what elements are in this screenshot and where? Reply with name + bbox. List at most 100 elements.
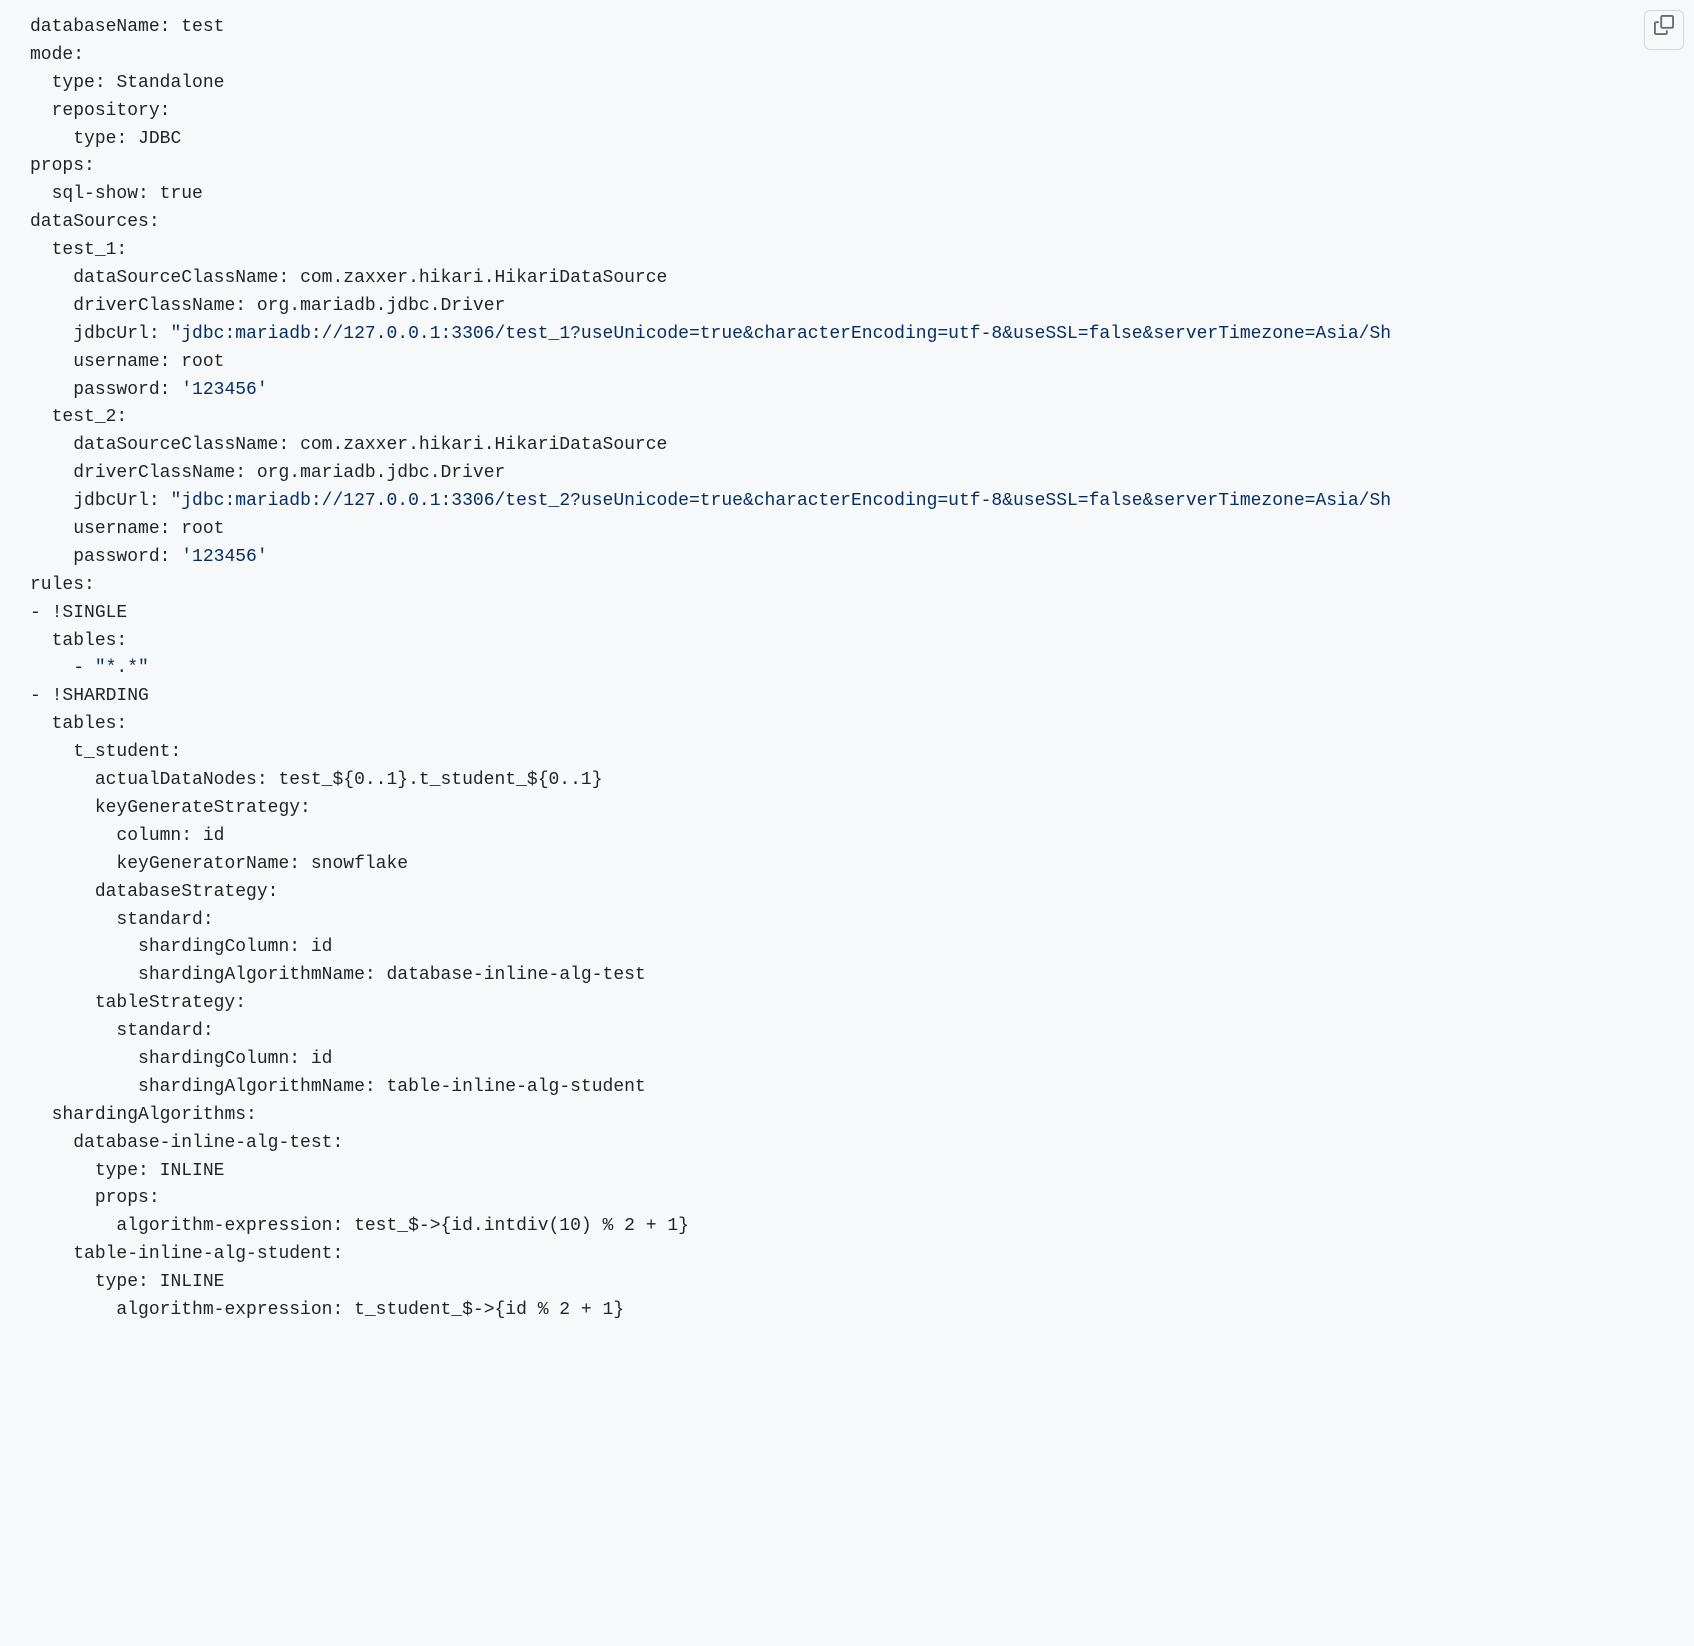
code-token: props [30, 156, 84, 176]
code-line: password: '123456' [30, 377, 1694, 405]
code-line: shardingAlgorithmName: database-inline-a… [30, 962, 1694, 990]
code-token: INLINE [160, 1272, 225, 1292]
code-line: database-inline-alg-test: [30, 1130, 1694, 1158]
code-token: rules [30, 575, 84, 595]
code-line: table-inline-alg-student: [30, 1241, 1694, 1269]
code-line: tables: [30, 628, 1694, 656]
code-token: "*.*" [95, 658, 149, 678]
code-token: driverClassName [73, 296, 235, 316]
code-line: dataSourceClassName: com.zaxxer.hikari.H… [30, 432, 1694, 460]
code-token: "jdbc:mariadb://127.0.0.1:3306/test_1?us… [170, 324, 1391, 344]
code-token: "jdbc:mariadb://127.0.0.1:3306/test_2?us… [170, 491, 1391, 511]
code-token: : [160, 547, 182, 567]
code-token: databaseStrategy [95, 882, 268, 902]
code-line: sql-show: true [30, 181, 1694, 209]
code-token: password [73, 380, 159, 400]
code-line: column: id [30, 823, 1694, 851]
code-token: type [95, 1272, 138, 1292]
code-token: actualDataNodes [95, 770, 257, 790]
code-token: org.mariadb.jdbc.Driver [257, 296, 505, 316]
code-token: : [246, 1105, 257, 1125]
code-token: dataSources [30, 212, 149, 232]
code-token: : [257, 770, 279, 790]
code-token: : [332, 1244, 343, 1264]
code-line: driverClassName: org.mariadb.jdbc.Driver [30, 293, 1694, 321]
code-token: : [160, 352, 182, 372]
code-token: root [181, 352, 224, 372]
code-token: : [84, 575, 95, 595]
copy-icon [1654, 15, 1674, 46]
code-token: : [116, 240, 127, 260]
code-token: test_1 [52, 240, 117, 260]
code-token: : [365, 965, 387, 985]
code-token: - [73, 658, 95, 678]
code-token: - [30, 686, 52, 706]
code-line: t_student: [30, 739, 1694, 767]
code-line: username: root [30, 516, 1694, 544]
code-token: Standalone [116, 73, 224, 93]
code-token: - [30, 603, 52, 623]
code-line: databaseStrategy: [30, 879, 1694, 907]
code-token: shardingAlgorithmName [138, 965, 365, 985]
code-token: : [278, 268, 300, 288]
code-line: type: JDBC [30, 126, 1694, 154]
code-token: sql-show [52, 184, 138, 204]
code-token: root [181, 519, 224, 539]
code-token: algorithm-expression [116, 1300, 332, 1320]
code-token: !SHARDING [52, 686, 149, 706]
code-token: org.mariadb.jdbc.Driver [257, 463, 505, 483]
code-token: com.zaxxer.hikari.HikariDataSource [300, 268, 667, 288]
code-token: JDBC [138, 129, 181, 149]
code-token: : [332, 1300, 354, 1320]
code-token: column [116, 826, 181, 846]
code-token: test_2 [52, 407, 117, 427]
code-line: dataSources: [30, 209, 1694, 237]
code-line: jdbcUrl: "jdbc:mariadb://127.0.0.1:3306/… [30, 321, 1694, 349]
code-token: repository [52, 101, 160, 121]
code-block: databaseName: testmode: type: Standalone… [30, 14, 1694, 1325]
code-token: : [300, 798, 311, 818]
code-line: shardingAlgorithms: [30, 1102, 1694, 1130]
code-token: type [52, 73, 95, 93]
code-token: standard [116, 910, 202, 930]
code-token: jdbcUrl [73, 324, 149, 344]
code-token: test_${0..1}.t_student_${0..1} [278, 770, 602, 790]
code-token: : [289, 854, 311, 874]
code-token: shardingColumn [138, 937, 289, 957]
code-token: table-inline-alg-student [73, 1244, 332, 1264]
code-token: tables [52, 714, 117, 734]
code-token: shardingAlgorithms [52, 1105, 246, 1125]
code-token: !SINGLE [52, 603, 128, 623]
code-token: : [289, 937, 311, 957]
code-token: mode [30, 45, 73, 65]
code-token: : [138, 184, 160, 204]
code-token: test [181, 17, 224, 37]
code-token: : [203, 910, 214, 930]
code-line: - !SHARDING [30, 683, 1694, 711]
code-token: snowflake [311, 854, 408, 874]
code-token: props [95, 1188, 149, 1208]
code-token: t_student_$->{id % 2 + 1} [354, 1300, 624, 1320]
code-token: t_student [73, 742, 170, 762]
code-token: : [116, 129, 138, 149]
code-line: username: root [30, 349, 1694, 377]
code-token: : [149, 1188, 160, 1208]
code-line: type: INLINE [30, 1269, 1694, 1297]
code-token: : [160, 380, 182, 400]
code-token: : [116, 631, 127, 651]
code-token: keyGenerateStrategy [95, 798, 300, 818]
code-line: shardingColumn: id [30, 1046, 1694, 1074]
code-token: : [116, 407, 127, 427]
code-token: : [160, 17, 182, 37]
code-token: : [138, 1161, 160, 1181]
code-line: - !SINGLE [30, 600, 1694, 628]
copy-button[interactable] [1644, 10, 1684, 50]
code-line: - "*.*" [30, 655, 1694, 683]
code-token: true [160, 184, 203, 204]
code-token: database-inline-alg-test [73, 1133, 332, 1153]
code-token: : [84, 156, 95, 176]
code-line: repository: [30, 98, 1694, 126]
code-line: tables: [30, 711, 1694, 739]
code-token: username [73, 352, 159, 372]
code-line: tableStrategy: [30, 990, 1694, 1018]
